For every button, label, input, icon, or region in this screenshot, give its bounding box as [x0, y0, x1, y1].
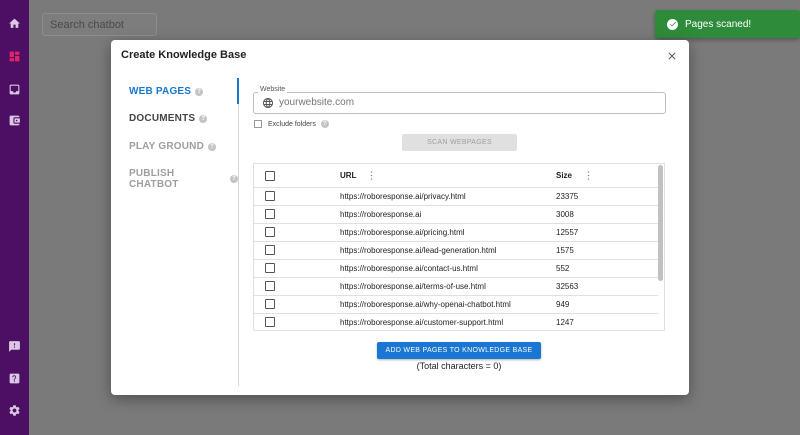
check-circle-icon — [667, 18, 678, 30]
url-cell: https://roboresponse.ai/lead-generation.… — [340, 246, 497, 255]
help-icon[interactable]: ? — [230, 175, 238, 183]
website-field[interactable] — [253, 92, 666, 114]
row-checkbox[interactable] — [265, 263, 275, 273]
website-input[interactable] — [279, 97, 639, 108]
row-checkbox[interactable] — [265, 299, 275, 309]
wallet-icon[interactable] — [7, 113, 22, 128]
step-documents[interactable]: DOCUMENTS ? — [129, 113, 208, 124]
step-label: DOCUMENTS — [129, 113, 196, 124]
row-checkbox[interactable] — [265, 281, 275, 291]
help-icon[interactable]: ? — [199, 114, 208, 123]
table-row[interactable]: https://roboresponse.ai/lead-generation.… — [254, 242, 658, 260]
step-play-ground[interactable]: PLAY GROUND ? — [129, 141, 216, 152]
home-icon[interactable] — [7, 16, 22, 31]
step-web-pages[interactable]: WEB PAGES ? — [129, 86, 204, 97]
help-icon[interactable]: ? — [320, 120, 329, 128]
size-column-header: Size — [556, 171, 573, 180]
select-all-checkbox[interactable] — [265, 171, 275, 181]
url-cell: https://roboresponse.ai/terms-of-use.htm… — [340, 282, 486, 291]
step-navigation: WEB PAGES ? DOCUMENTS ? PLAY GROUND ? PU… — [111, 78, 239, 386]
table-row[interactable]: https://roboresponse.ai/terms-of-use.htm… — [254, 278, 658, 296]
success-toast: Pages scaned! — [655, 10, 800, 38]
row-checkbox[interactable] — [265, 317, 275, 327]
table-header: URL Size — [254, 164, 658, 188]
globe-icon — [263, 98, 273, 108]
close-icon[interactable] — [666, 50, 678, 62]
size-cell: 1247 — [556, 318, 574, 327]
step-label: PUBLISH CHATBOT — [129, 168, 179, 190]
table-row[interactable]: https://roboresponse.ai/contact-us.html … — [254, 260, 658, 278]
exclude-folders-option: Exclude folders ? — [254, 120, 329, 128]
url-cell: https://roboresponse.ai/customer-support… — [340, 318, 504, 327]
column-menu-icon[interactable] — [370, 171, 373, 180]
help-icon[interactable]: ? — [195, 87, 204, 96]
add-web-pages-button[interactable]: ADD WEB PAGES TO KNOWLEDGE BASE — [377, 342, 541, 359]
url-cell: https://roboresponse.ai/why-openai-chatb… — [340, 300, 511, 309]
step-label: PLAY GROUND — [129, 141, 204, 152]
size-cell: 1575 — [556, 246, 574, 255]
url-cell: https://roboresponse.ai/privacy.html — [340, 192, 466, 201]
help-icon[interactable] — [7, 371, 22, 386]
inbox-icon[interactable] — [7, 82, 22, 97]
table-row[interactable]: https://roboresponse.ai/pricing.html 125… — [254, 224, 658, 242]
toast-message: Pages scaned! — [685, 18, 752, 30]
left-sidebar — [0, 0, 29, 435]
exclude-folders-label: Exclude folders — [268, 120, 316, 128]
row-checkbox[interactable] — [265, 191, 275, 201]
help-icon[interactable]: ? — [208, 142, 216, 151]
table-row[interactable]: https://roboresponse.ai/customer-support… — [254, 314, 658, 330]
dialog-title: Create Knowledge Base — [121, 49, 247, 61]
size-cell: 552 — [556, 264, 570, 273]
table-row[interactable]: https://roboresponse.ai/why-openai-chatb… — [254, 296, 658, 314]
size-cell: 12557 — [556, 228, 579, 237]
row-checkbox[interactable] — [265, 245, 275, 255]
table-row[interactable]: https://roboresponse.ai/privacy.html 233… — [254, 188, 658, 206]
table-row[interactable]: https://roboresponse.ai 3008 — [254, 206, 658, 224]
settings-icon[interactable] — [7, 403, 22, 418]
table-scrollbar[interactable] — [658, 165, 663, 281]
size-cell: 949 — [556, 300, 570, 309]
step-label: WEB PAGES — [129, 86, 192, 97]
url-cell: https://roboresponse.ai/pricing.html — [340, 228, 465, 237]
website-label: Website — [258, 86, 288, 93]
exclude-folders-checkbox[interactable] — [254, 120, 262, 128]
chatbot-search-input[interactable]: Search chatbot — [42, 13, 157, 36]
column-menu-icon[interactable] — [587, 171, 590, 180]
row-checkbox[interactable] — [265, 209, 275, 219]
total-characters: (Total characters = 0) — [416, 361, 502, 371]
scan-webpages-button[interactable]: SCAN WEBPAGES — [402, 134, 517, 151]
dashboard-icon[interactable] — [7, 49, 22, 64]
url-cell: https://roboresponse.ai — [340, 210, 422, 219]
size-cell: 3008 — [556, 210, 574, 219]
size-cell: 32563 — [556, 282, 579, 291]
active-step-indicator — [237, 78, 239, 104]
feedback-icon[interactable] — [7, 339, 22, 354]
step-publish-chatbot[interactable]: PUBLISH CHATBOT ? — [129, 168, 238, 190]
row-checkbox[interactable] — [265, 227, 275, 237]
url-cell: https://roboresponse.ai/contact-us.html — [340, 264, 478, 273]
create-knowledge-base-dialog: Create Knowledge Base WEB PAGES ? DOCUME… — [111, 40, 689, 395]
webpages-table: URL Size https://roboresponse.ai/privacy… — [253, 163, 665, 331]
size-cell: 23375 — [556, 192, 579, 201]
url-column-header: URL — [340, 171, 357, 180]
